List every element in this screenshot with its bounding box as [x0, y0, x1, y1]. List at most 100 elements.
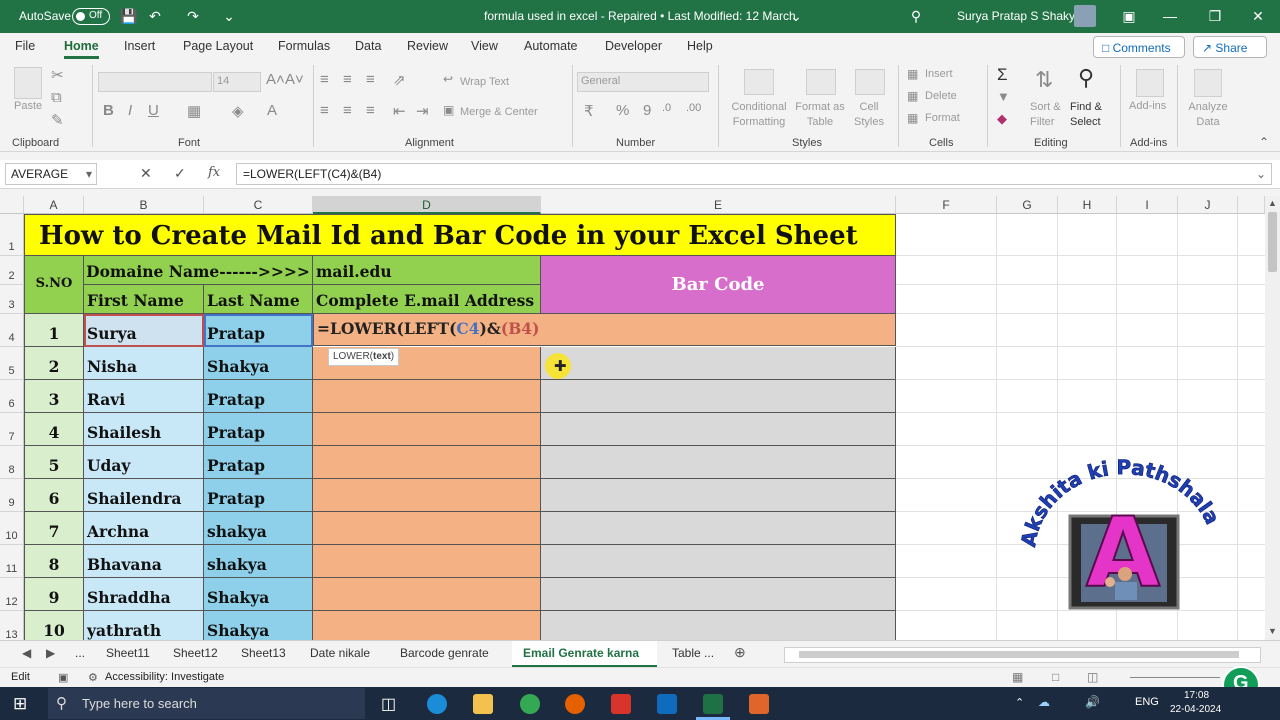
close-icon[interactable]: ✕	[1250, 8, 1266, 24]
sort-filter-icon[interactable]: ⇅	[1035, 67, 1053, 93]
zoom-slider[interactable]	[1130, 677, 1220, 678]
row-header-12[interactable]: 12	[0, 578, 24, 611]
tab-home[interactable]: Home	[64, 39, 99, 59]
conditional-formatting-icon[interactable]	[744, 69, 774, 95]
decrease-decimal-icon[interactable]: .00	[686, 102, 701, 114]
decrease-indent-icon[interactable]: ⇤	[393, 102, 406, 120]
row-header-4[interactable]: 4	[0, 314, 24, 347]
clock-time[interactable]: 17:08	[1184, 690, 1209, 701]
customize-qat-icon[interactable]: ⌄	[221, 8, 237, 24]
analyze-data-button[interactable]: Analyze Data	[1187, 100, 1229, 130]
column-header-g[interactable]: G	[997, 196, 1058, 214]
sno-cell[interactable]: 8	[24, 545, 84, 578]
comma-icon[interactable]: 9	[643, 102, 651, 119]
increase-indent-icon[interactable]: ⇥	[416, 102, 429, 120]
first-name-cell[interactable]: Shraddha	[84, 578, 204, 611]
sno-cell[interactable]: 6	[24, 479, 84, 512]
email-cell[interactable]	[313, 479, 541, 512]
normal-view-icon[interactable]: ▦	[1012, 670, 1023, 684]
cancel-entry-icon[interactable]: ✕	[140, 165, 152, 182]
increase-decimal-icon[interactable]: .0	[662, 102, 671, 114]
email-cell[interactable]	[313, 446, 541, 479]
bar-code-cell[interactable]	[541, 446, 896, 479]
find-select-button[interactable]: Find & Select	[1070, 100, 1114, 130]
tab-insert[interactable]: Insert	[124, 39, 155, 53]
sno-cell[interactable]: 5	[24, 446, 84, 479]
excel-icon[interactable]	[703, 694, 723, 714]
row-header-6[interactable]: 6	[0, 380, 24, 413]
tab-formulas[interactable]: Formulas	[278, 39, 330, 53]
email-cell[interactable]	[313, 512, 541, 545]
align-left-icon[interactable]: ≡	[320, 102, 329, 119]
sheet-tab-barcode-genrate[interactable]: Barcode genrate	[400, 646, 489, 660]
user-name[interactable]: Surya Pratap S Shakya	[957, 9, 1082, 23]
last-name-cell[interactable]: shakya	[204, 545, 313, 578]
column-header-h[interactable]: H	[1058, 196, 1117, 214]
first-name-cell[interactable]: Uday	[84, 446, 204, 479]
align-top-icon[interactable]: ≡	[320, 71, 329, 88]
language-indicator[interactable]: ENG	[1135, 696, 1159, 708]
row-header-1[interactable]: 1	[0, 214, 24, 256]
sheet-tab-table[interactable]: Table ...	[672, 646, 714, 660]
find-select-icon[interactable]: ⚲	[1078, 65, 1094, 91]
tray-chevron-icon[interactable]: ⌃	[1015, 696, 1024, 709]
bar-code-cell[interactable]	[541, 347, 896, 380]
wrap-text-label[interactable]: Wrap Text	[460, 76, 509, 88]
tab-developer[interactable]: Developer	[605, 39, 662, 53]
first-name-cell[interactable]: Nisha	[84, 347, 204, 380]
tab-view[interactable]: View	[471, 39, 498, 53]
align-center-icon[interactable]: ≡	[343, 102, 352, 119]
first-name-cell[interactable]: Ravi	[84, 380, 204, 413]
sheet-tab-sheet13[interactable]: Sheet13	[241, 646, 286, 660]
collapse-ribbon-icon[interactable]: ⌃	[1259, 135, 1269, 149]
orientation-icon[interactable]: ⇗	[393, 71, 406, 89]
maximize-icon[interactable]: ❐	[1207, 8, 1223, 24]
add-sheet-icon[interactable]: ⊕	[734, 644, 746, 661]
acrobat-icon[interactable]	[611, 694, 631, 714]
sort-filter-button[interactable]: Sort & Filter	[1030, 100, 1062, 130]
bar-code-cell[interactable]	[541, 512, 896, 545]
sheet-tab-sheet12[interactable]: Sheet12	[173, 646, 218, 660]
analyze-data-icon[interactable]	[1194, 69, 1222, 97]
merge-center-icon[interactable]: ▣	[443, 103, 454, 117]
clock-date[interactable]: 22-04-2024	[1170, 704, 1221, 715]
format-as-table-button[interactable]: Format as Table	[794, 100, 846, 130]
first-name-cell[interactable]: yathrath	[84, 611, 204, 640]
sheet-tab-sheet11[interactable]: Sheet11	[106, 646, 150, 660]
first-name-cell[interactable]: Shailesh	[84, 413, 204, 446]
wrap-text-icon[interactable]: ↩	[443, 72, 453, 86]
align-middle-icon[interactable]: ≡	[343, 71, 352, 88]
horizontal-scroll-thumb[interactable]	[799, 651, 1239, 658]
sno-cell[interactable]: 10	[24, 611, 84, 640]
email-header-cell[interactable]: Complete E.mail Address	[313, 285, 541, 314]
last-name-cell[interactable]: Pratap	[204, 413, 313, 446]
last-name-header-cell[interactable]: Last Name	[204, 285, 313, 314]
document-title[interactable]: formula used in excel - Repaired • Last …	[484, 9, 796, 23]
windows-start-icon[interactable]: ⊞	[13, 694, 27, 714]
row-header-9[interactable]: 9	[0, 479, 24, 512]
format-painter-icon[interactable]: ✎	[51, 111, 64, 129]
row-header-13[interactable]: 13	[0, 611, 24, 640]
last-name-cell[interactable]: Shakya	[204, 611, 313, 640]
bar-code-cell[interactable]	[541, 380, 896, 413]
row-header-10[interactable]: 10	[0, 512, 24, 545]
page-layout-view-icon[interactable]: □	[1052, 670, 1059, 684]
title-chevron-down-icon[interactable]: ⌄	[788, 8, 804, 24]
addins-button[interactable]: Add-ins	[1129, 100, 1166, 112]
taskbar-search-box[interactable]: ⚲ Type here to search	[48, 688, 365, 719]
vertical-scroll-thumb[interactable]	[1268, 212, 1277, 272]
underline-icon[interactable]: U	[148, 102, 159, 119]
confirm-entry-icon[interactable]: ✓	[174, 165, 186, 182]
sheet-tab-more[interactable]: ...	[75, 646, 85, 660]
accessibility-status[interactable]: Accessibility: Investigate	[105, 671, 224, 683]
tab-help[interactable]: Help	[687, 39, 713, 53]
column-header-k[interactable]	[1238, 196, 1265, 214]
ribbon-display-icon[interactable]: ▣	[1121, 8, 1137, 24]
row-header-8[interactable]: 8	[0, 446, 24, 479]
format-cells-icon[interactable]: ▦	[907, 111, 918, 125]
bar-code-cell[interactable]	[541, 479, 896, 512]
horizontal-scrollbar[interactable]	[784, 647, 1261, 663]
volume-icon[interactable]: 🔊	[1085, 695, 1100, 709]
merge-center-label[interactable]: Merge & Center	[460, 106, 538, 118]
row-header-2[interactable]: 2	[0, 256, 24, 285]
